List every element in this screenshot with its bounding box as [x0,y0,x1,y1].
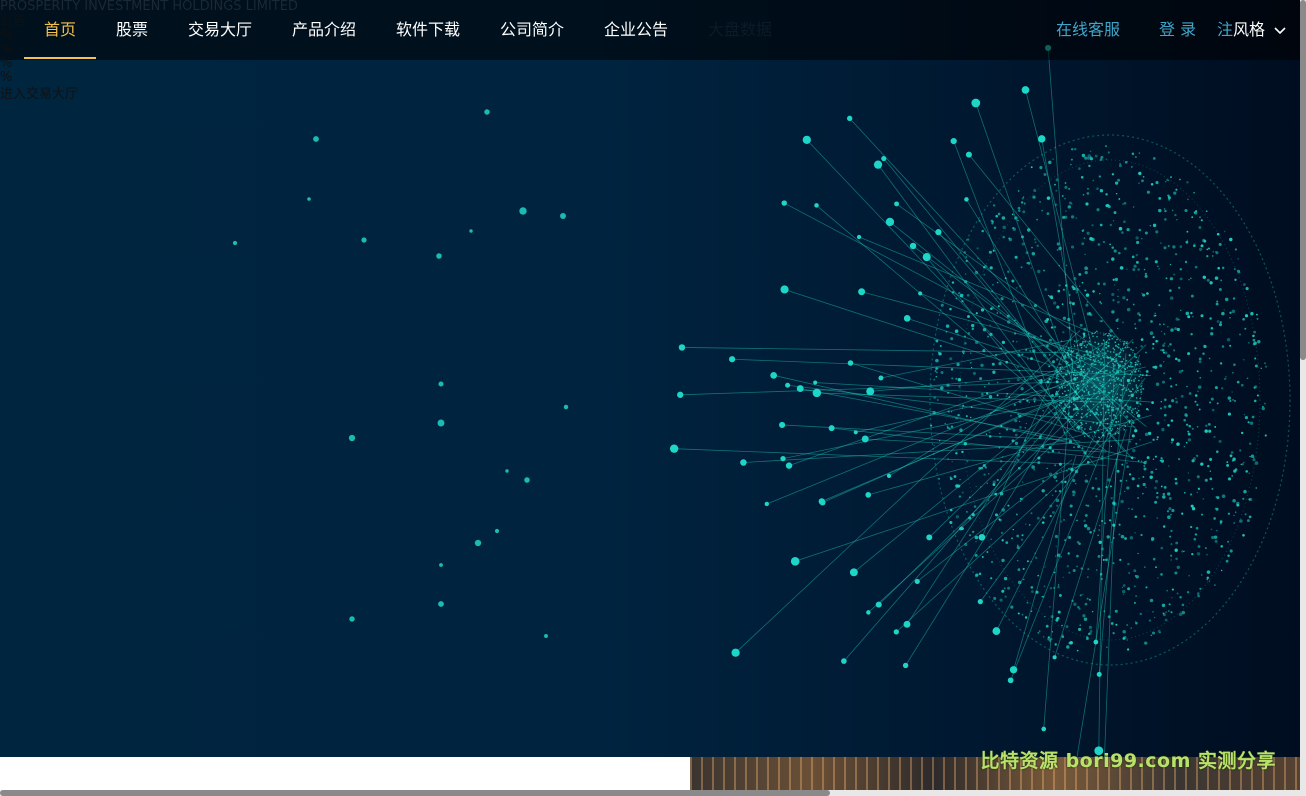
nav-active-underline [24,57,96,59]
nav-market-data[interactable]: 大盘数据 [708,0,772,60]
notice-label: 公告 [0,14,27,29]
percent-line-1: % [0,28,13,43]
nav-announcements[interactable]: 企业公告 [604,0,668,60]
style-label: 风格 [1233,20,1266,39]
login-link[interactable]: 登 录 [1159,0,1196,60]
content-white-area [0,757,690,790]
percent-line-3: % [0,56,13,71]
nav-products[interactable]: 产品介绍 [292,0,356,60]
nav-company-profile[interactable]: 公司简介 [500,0,564,60]
horizontal-scrollbar-thumb[interactable] [0,790,830,796]
chevron-down-icon [1274,26,1286,34]
hero-banner [0,0,1300,757]
watermark-text: 比特资源 bori99.com 实测分享 [980,750,1276,772]
nav-software-download[interactable]: 软件下载 [396,0,460,60]
vertical-scrollbar-thumb[interactable] [1300,0,1306,360]
company-name: PROSPERITY INVESTMENT HOLDINGS LIMITED [0,0,298,14]
enter-trading-hall-link[interactable]: 进入交易大厅 [0,88,78,102]
globe-network-graphic [232,44,1291,757]
online-service-link[interactable]: 在线客服 [1056,0,1120,60]
percent-line-2: % [0,42,13,57]
percent-line-4: % [0,70,13,85]
style-dropdown[interactable]: 风格 [1233,0,1286,60]
